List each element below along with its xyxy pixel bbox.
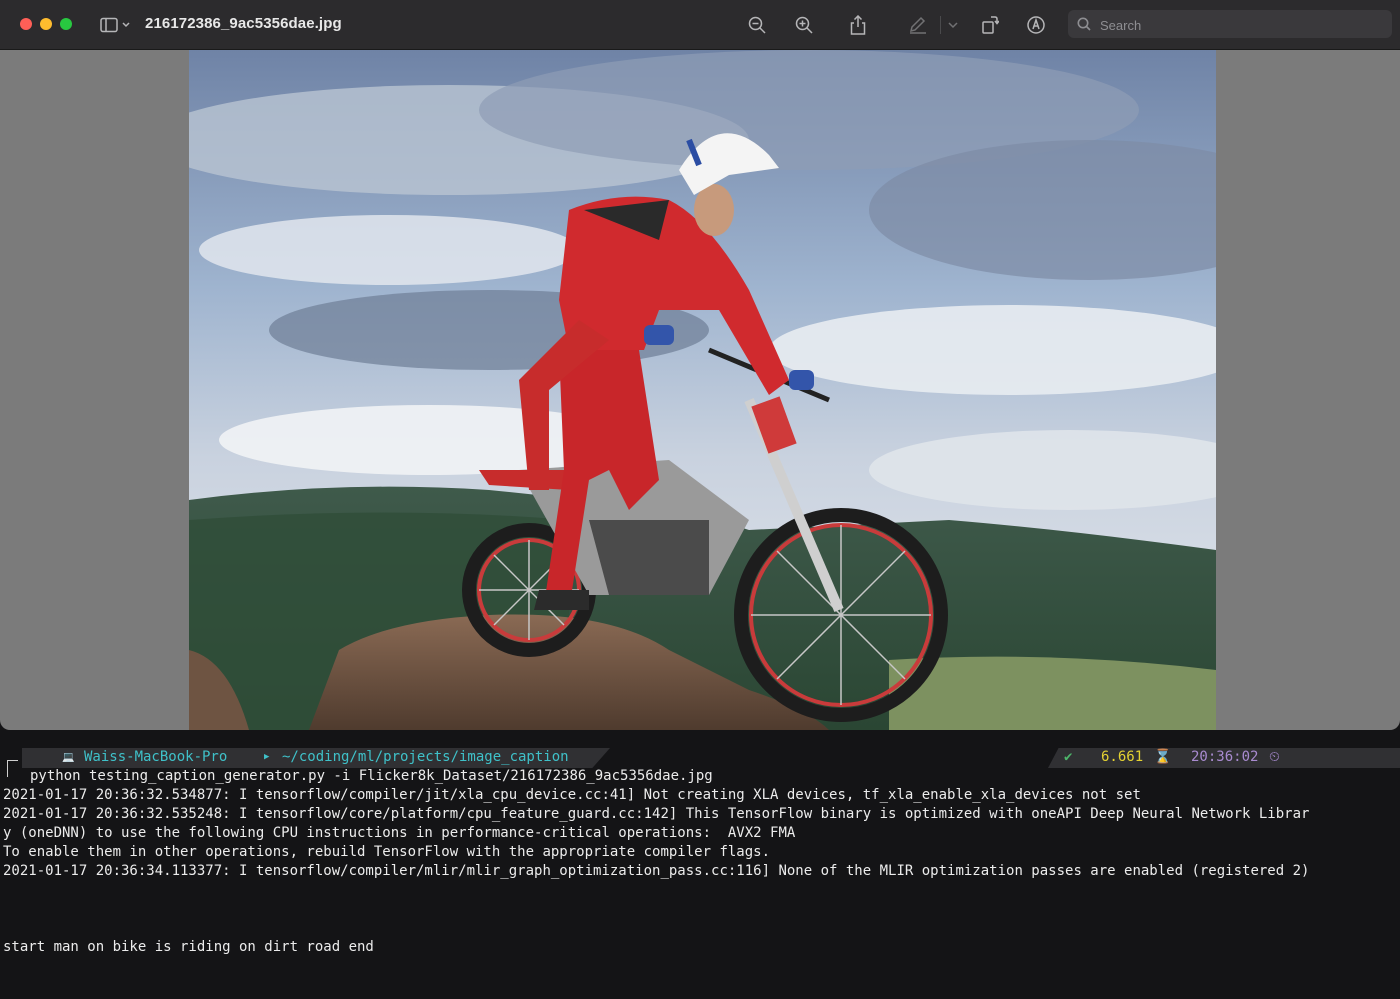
preview-window: 216172386_9ac5356dae.jpg [0,0,1400,730]
search-input[interactable] [1098,14,1382,36]
terminal-window[interactable]: 💻 Waiss-MacBook-Pro ▶ ~/coding/ml/projec… [0,730,1400,999]
rotate-button[interactable] [978,13,1002,37]
terminal-output-line: 2021-01-17 20:36:32.534877: I tensorflow… [3,787,1141,803]
hourglass-icon: ⌛ [1154,749,1172,765]
prompt-context-segment: 💻 Waiss-MacBook-Pro ▶ ~/coding/ml/projec… [22,748,610,768]
laptop-icon: 💻 [62,752,75,763]
preview-toolbar: 216172386_9ac5356dae.jpg [0,0,1400,50]
terminal-output-line: y (oneDNN) to use the following CPU inst… [3,825,796,841]
document-title: 216172386_9ac5356dae.jpg [145,15,342,32]
minimize-window-button[interactable] [40,18,52,30]
zoom-out-button[interactable] [745,13,769,37]
sidebar-icon [100,17,130,33]
folder-icon: ▶ [264,752,270,762]
clock-icon: ⏲ [1269,749,1280,765]
markup-button[interactable] [906,13,930,37]
prompt-status-segment: ✔ 6.661 ⌛ 20:36:02 ⏲ [1048,748,1400,768]
toolbar-divider [940,16,941,34]
fullscreen-window-button[interactable] [60,18,72,30]
close-window-button[interactable] [20,18,32,30]
motorbike-trials-photo [189,50,1216,730]
prompt-corner-glyph [7,760,18,777]
terminal-command[interactable]: python testing_caption_generator.py -i F… [30,767,713,786]
rotate-icon [982,16,999,34]
sidebar-toggle-button[interactable] [96,13,132,37]
zoom-out-icon [748,16,766,34]
search-icon [1077,17,1091,31]
markup-icon [909,16,926,34]
command-duration: 6.661 [1101,749,1144,765]
terminal-output-line: 2021-01-17 20:36:34.113377: I tensorflow… [3,863,1310,879]
status-check-icon: ✔ [1064,749,1073,765]
generated-caption: start man on bike is riding on dirt road… [3,939,374,955]
terminal-output-line: 2021-01-17 20:36:32.535248: I tensorflow… [3,806,1310,822]
zoom-in-icon [795,16,813,34]
prompt-path: ~/coding/ml/projects/image_caption [282,749,569,765]
chevron-down-icon [948,22,958,29]
annotate-icon [1027,16,1045,34]
zoom-in-button[interactable] [792,13,816,37]
markup-menu-button[interactable] [943,13,963,37]
terminal-prompt-bar: 💻 Waiss-MacBook-Pro ▶ ~/coding/ml/projec… [0,748,1400,768]
terminal-output-line: To enable them in other operations, rebu… [3,844,771,860]
annotate-button[interactable] [1024,13,1048,37]
share-icon [850,15,866,35]
prompt-hostname: Waiss-MacBook-Pro [84,749,228,765]
prompt-clock: 20:36:02 [1191,749,1259,765]
share-button[interactable] [846,13,870,37]
search-field[interactable] [1068,10,1392,38]
